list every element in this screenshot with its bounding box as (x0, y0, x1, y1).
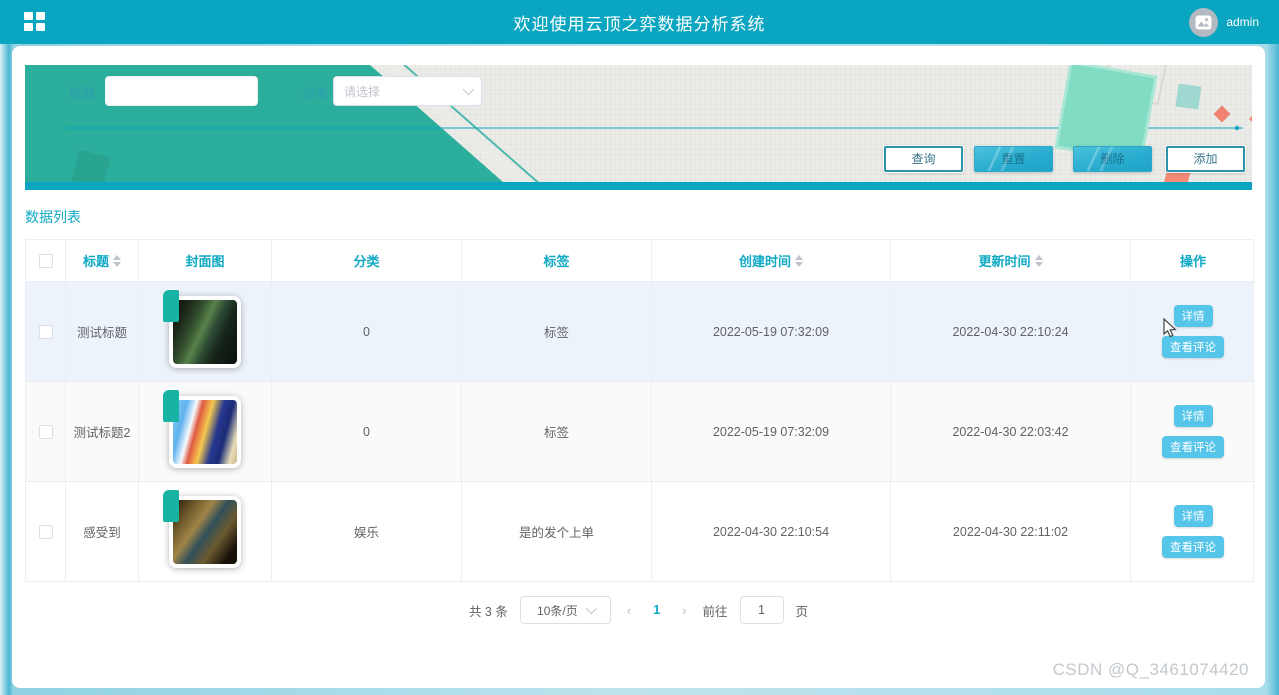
view-comments-button[interactable]: 查看评论 (1162, 436, 1224, 458)
cell-tag: 是的发个上单 (518, 526, 594, 540)
col-category: 分类 (353, 254, 380, 269)
page-size-select[interactable]: 10条/页 (519, 596, 611, 624)
cell-title: 感受到 (83, 526, 121, 540)
cover-image[interactable] (163, 389, 241, 468)
detail-button[interactable]: 详情 (1173, 505, 1213, 527)
search-form: 标题 分类 请选择 (25, 76, 1252, 106)
cell-updated: 2022-04-30 22:11:02 (952, 524, 1069, 539)
category-select[interactable]: 请选择 (333, 76, 482, 106)
view-comments-button[interactable]: 查看评论 (1162, 336, 1224, 358)
goto-page-input[interactable] (739, 596, 784, 624)
table-row: 测试标题2 0 标签 2022-05-19 07:32:09 2022-04-3… (26, 382, 1255, 482)
avatar[interactable] (1189, 7, 1219, 37)
photo-icon (1195, 15, 1212, 29)
col-tag: 标签 (543, 254, 570, 269)
detail-button[interactable]: 详情 (1173, 305, 1213, 327)
reset-button[interactable]: 重置 (974, 146, 1053, 172)
col-created: 创建时间 (738, 254, 791, 269)
title-field-label: 标题 (69, 86, 96, 101)
caret-down-icon (1034, 261, 1043, 267)
username-label: admin (1226, 15, 1259, 29)
watermark: CSDN @Q_3461074420 (1052, 660, 1249, 679)
pagination: 共 3 条 10条/页 ‹ 1 › 前往 页 (12, 596, 1265, 624)
cell-category: 0 (363, 424, 370, 439)
cell-title: 测试标题 (76, 326, 127, 340)
page-size-value: 10条/页 (537, 603, 578, 618)
prev-page-button[interactable]: ‹ (623, 603, 635, 618)
goto-label: 前往 (702, 604, 728, 619)
page-suffix-label: 页 (795, 604, 809, 619)
caret-down-icon (795, 261, 803, 267)
sort-caret-icon[interactable] (795, 254, 803, 267)
app-header: 欢迎使用云顶之弈数据分析系统 admin (0, 0, 1279, 44)
query-button[interactable]: 查询 (884, 146, 963, 172)
row-checkbox[interactable] (38, 524, 53, 539)
data-table: 标题 封面图 分类 标签 创建时间 更新时间 操作 测试标题 0 标签 2022… (25, 239, 1255, 582)
table-row: 感受到 娱乐 是的发个上单 2022-04-30 22:10:54 2022-0… (26, 482, 1255, 582)
col-cover: 封面图 (185, 254, 225, 269)
cell-updated: 2022-04-30 22:10:24 (952, 324, 1069, 339)
cover-image[interactable] (163, 489, 241, 568)
cell-tag: 标签 (543, 326, 569, 340)
sort-caret-icon[interactable] (1034, 254, 1043, 267)
detail-button[interactable]: 详情 (1173, 405, 1213, 427)
category-select-placeholder: 请选择 (344, 84, 381, 99)
cell-created: 2022-05-19 07:32:09 (712, 324, 830, 339)
category-field-label: 分类 (302, 86, 329, 101)
total-count-label: 共 3 条 (468, 604, 508, 619)
select-all-checkbox[interactable] (38, 253, 53, 268)
col-updated: 更新时间 (978, 254, 1031, 269)
section-title: 数据列表 (25, 209, 81, 225)
cell-category: 0 (363, 324, 370, 339)
title-search-input[interactable] (105, 76, 258, 106)
caret-up-icon (1034, 254, 1043, 260)
cell-category: 娱乐 (353, 526, 379, 540)
caret-up-icon (113, 254, 121, 260)
cell-created: 2022-05-19 07:32:09 (712, 424, 830, 439)
page-title: 欢迎使用云顶之弈数据分析系统 (513, 14, 766, 34)
user-menu[interactable]: admin (1189, 0, 1259, 44)
cell-created: 2022-04-30 22:10:54 (712, 524, 830, 539)
caret-down-icon (113, 261, 121, 267)
cell-updated: 2022-04-30 22:03:42 (952, 424, 1069, 439)
action-button-row: 查询 重置 删除 添加 (25, 146, 1252, 172)
delete-button[interactable]: 删除 (1073, 146, 1152, 172)
chevron-down-icon (462, 83, 475, 96)
search-banner: 标题 分类 请选择 查询 重置 删除 添加 (25, 65, 1252, 190)
row-checkbox[interactable] (38, 424, 53, 439)
table-header-row: 标题 封面图 分类 标签 创建时间 更新时间 操作 (26, 240, 1255, 282)
main-panel: 标题 分类 请选择 查询 重置 删除 添加 数据列表 标题 封面图 分类 标签 … (12, 46, 1265, 688)
banner-bottom-bar (25, 182, 1252, 190)
col-title: 标题 (82, 254, 109, 269)
sort-caret-icon[interactable] (113, 254, 121, 267)
next-page-button[interactable]: › (678, 603, 690, 618)
row-checkbox[interactable] (38, 324, 53, 339)
add-button[interactable]: 添加 (1166, 146, 1245, 172)
cell-tag: 标签 (543, 426, 569, 440)
cover-image[interactable] (163, 289, 241, 368)
table-row: 测试标题 0 标签 2022-05-19 07:32:09 2022-04-30… (26, 282, 1255, 382)
chevron-down-icon (585, 602, 597, 615)
cell-title: 测试标题2 (73, 426, 131, 440)
view-comments-button[interactable]: 查看评论 (1162, 536, 1224, 558)
col-actions: 操作 (1179, 254, 1206, 269)
caret-up-icon (795, 254, 803, 260)
current-page-button[interactable]: 1 (647, 603, 666, 617)
